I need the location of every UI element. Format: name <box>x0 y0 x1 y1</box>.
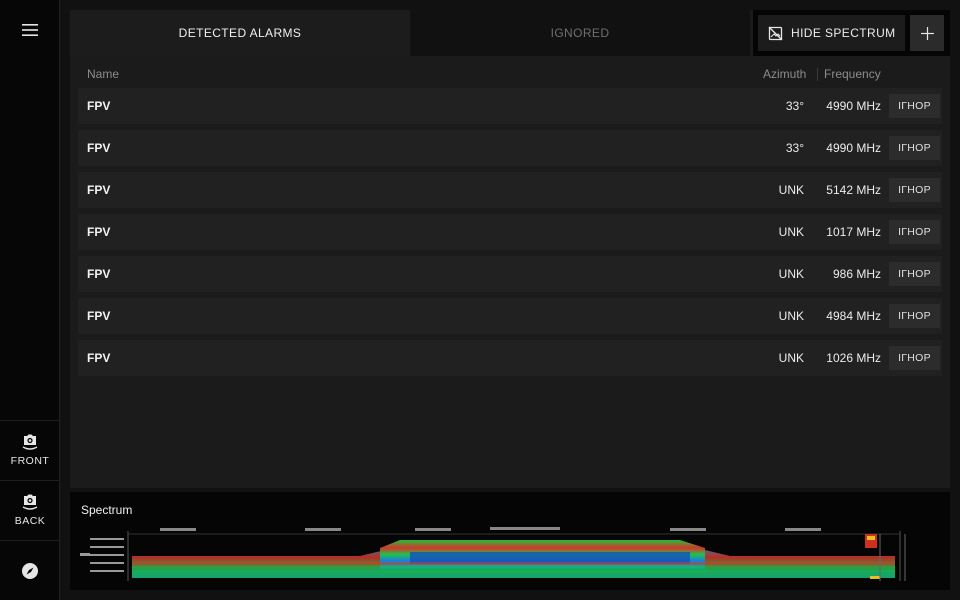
compass-icon <box>22 562 38 579</box>
alarm-row[interactable]: FPV UNK 1017 MHz ІГНОР <box>78 214 942 250</box>
tab-bar: DETECTED ALARMS IGNORED <box>70 10 750 56</box>
hide-spectrum-label: HIDE SPECTRUM <box>791 26 896 40</box>
spectrum-panel: Spectrum <box>70 492 950 590</box>
alarm-name: FPV <box>87 351 111 365</box>
alarm-row[interactable]: FPV UNK 986 MHz ІГНОР <box>78 256 942 292</box>
alarm-name: FPV <box>87 99 111 113</box>
ignore-button[interactable]: ІГНОР <box>889 136 940 160</box>
app-root: FRONT BACK DETECTED ALARMS IGNORED HIDE … <box>0 0 960 600</box>
alarm-row[interactable]: FPV UNK 1026 MHz ІГНОР <box>78 340 942 376</box>
column-header-name: Name <box>87 67 120 81</box>
column-header-frequency: Frequency <box>824 67 881 81</box>
spectrum-waterfall <box>80 526 940 586</box>
alarm-frequency: 1026 MHz <box>826 351 881 365</box>
column-header-azimuth: Azimuth <box>763 67 807 81</box>
hamburger-menu-icon <box>22 24 38 36</box>
alarm-frequency: 5142 MHz <box>826 183 881 197</box>
plus-icon <box>920 26 934 40</box>
image-off-icon <box>768 26 783 40</box>
alarm-azimuth: UNK <box>778 309 804 323</box>
sidebar: FRONT BACK <box>0 0 60 600</box>
alarm-azimuth: 33° <box>785 99 804 113</box>
hide-spectrum-button[interactable]: HIDE SPECTRUM <box>758 15 905 51</box>
front-camera-button[interactable]: FRONT <box>0 420 60 478</box>
alarm-row[interactable]: FPV UNK 4984 MHz ІГНОР <box>78 298 942 334</box>
alarms-panel: DETECTED ALARMS IGNORED HIDE SPECTRUM Na… <box>70 10 950 488</box>
camera-back-icon <box>22 494 38 510</box>
ignore-button[interactable]: ІГНОР <box>889 304 940 328</box>
spectrum-title: Spectrum <box>81 503 133 517</box>
add-button[interactable] <box>910 15 944 51</box>
alarm-frequency: 4984 MHz <box>826 309 881 323</box>
alarm-azimuth: 33° <box>785 141 804 155</box>
spectrum-toolbar: HIDE SPECTRUM <box>753 10 950 56</box>
camera-front-icon <box>22 434 38 450</box>
alarm-frequency: 986 MHz <box>832 267 881 281</box>
alarm-azimuth: UNK <box>778 351 804 365</box>
ignore-button[interactable]: ІГНОР <box>889 346 940 370</box>
ignore-button[interactable]: ІГНОР <box>889 178 940 202</box>
alarm-name: FPV <box>87 309 111 323</box>
ignore-button[interactable]: ІГНОР <box>889 262 940 286</box>
column-divider <box>817 68 818 81</box>
alarm-azimuth: UNK <box>778 225 804 239</box>
alarm-row[interactable]: FPV 33° 4990 MHz ІГНОР <box>78 88 942 124</box>
front-label: FRONT <box>10 454 50 467</box>
alarm-frequency: 4990 MHz <box>826 141 881 155</box>
main-area: DETECTED ALARMS IGNORED HIDE SPECTRUM Na… <box>60 0 960 600</box>
alarm-name: FPV <box>87 225 111 239</box>
alarm-frequency: 1017 MHz <box>826 225 881 239</box>
ignore-button[interactable]: ІГНОР <box>889 94 940 118</box>
alarm-row[interactable]: FPV 33° 4990 MHz ІГНОР <box>78 130 942 166</box>
alarm-name: FPV <box>87 267 111 281</box>
compass-button[interactable] <box>0 540 60 600</box>
alarm-row[interactable]: FPV UNK 5142 MHz ІГНОР <box>78 172 942 208</box>
alarm-azimuth: UNK <box>778 183 804 197</box>
column-headers: Name Azimuth Frequency <box>70 64 950 84</box>
ignore-button[interactable]: ІГНОР <box>889 220 940 244</box>
menu-button[interactable] <box>0 12 60 48</box>
back-camera-button[interactable]: BACK <box>0 480 60 538</box>
tab-detected-alarms[interactable]: DETECTED ALARMS <box>70 10 410 56</box>
alarm-name: FPV <box>87 141 111 155</box>
back-label: BACK <box>14 514 46 527</box>
alarm-frequency: 4990 MHz <box>826 99 881 113</box>
alarm-azimuth: UNK <box>778 267 804 281</box>
alarm-name: FPV <box>87 183 111 197</box>
alarm-list: FPV 33° 4990 MHz ІГНОР FPV 33° 4990 MHz … <box>78 88 942 382</box>
tab-ignored[interactable]: IGNORED <box>410 10 750 56</box>
